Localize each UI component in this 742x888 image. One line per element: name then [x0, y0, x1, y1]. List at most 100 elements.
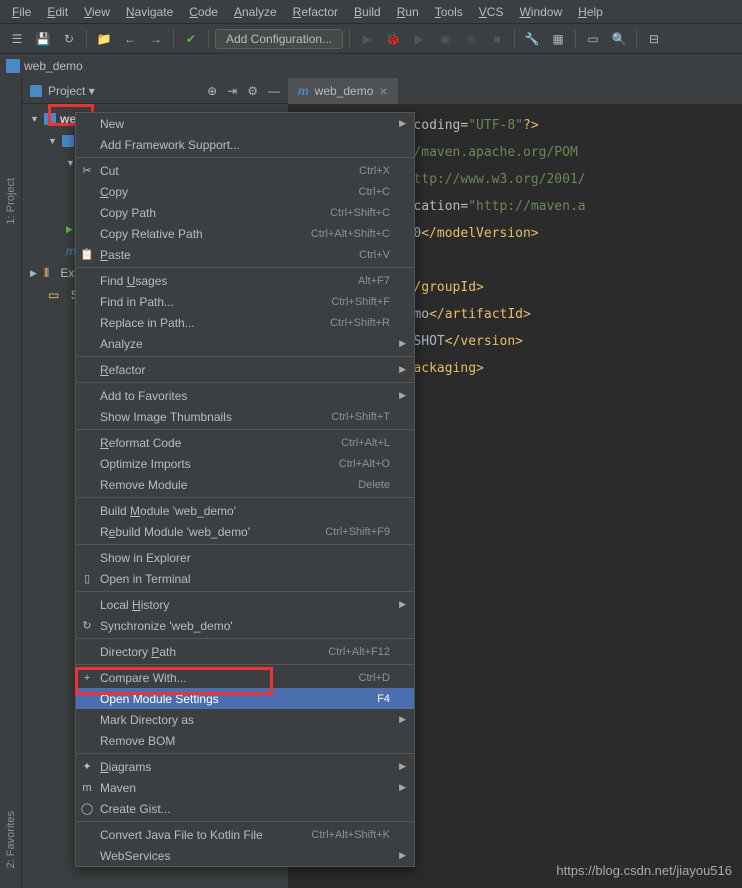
shortcut: Ctrl+V	[359, 249, 390, 261]
close-icon[interactable]: ×	[379, 83, 387, 99]
ctx-rebuild-module-web-demo[interactable]: Rebuild Module 'web_demo'Ctrl+Shift+F9	[76, 521, 414, 542]
menu-view[interactable]: View	[76, 5, 118, 19]
window-icon[interactable]: ▭	[582, 28, 604, 50]
ctx-refactor[interactable]: Refactor▶	[76, 359, 414, 380]
ctx-paste[interactable]: 📋PasteCtrl+V	[76, 244, 414, 265]
ctx-label: Copy Relative Path	[100, 227, 203, 241]
ctx-new[interactable]: New ▶	[76, 113, 414, 134]
forward-icon[interactable]: →	[145, 28, 167, 50]
ctx-convert-java-file-to-kotlin-file[interactable]: Convert Java File to Kotlin FileCtrl+Alt…	[76, 824, 414, 845]
ctx-local-history[interactable]: Local History▶	[76, 594, 414, 615]
ctx-open-in-terminal[interactable]: ▯Open in Terminal	[76, 568, 414, 589]
menubar: File Edit View Navigate Code Analyze Ref…	[0, 0, 742, 24]
ctx-add-framework-support[interactable]: Add Framework Support...	[76, 134, 414, 155]
shortcut: Ctrl+X	[359, 165, 390, 177]
gear-icon[interactable]: ⚙	[247, 84, 258, 98]
shortcut: Ctrl+Alt+F12	[328, 646, 390, 658]
menu-vcs[interactable]: VCS	[471, 5, 512, 19]
collapse-icon[interactable]: ⇥	[227, 84, 237, 98]
ctx-find-usages[interactable]: Find UsagesAlt+F7	[76, 270, 414, 291]
ctx-cut[interactable]: ✂CutCtrl+X	[76, 160, 414, 181]
ctx-icon: ↻	[80, 619, 94, 632]
ctx-build-module-web-demo[interactable]: Build Module 'web_demo'	[76, 500, 414, 521]
menu-file[interactable]: File	[4, 5, 39, 19]
separator	[76, 267, 414, 268]
profile-icon[interactable]: ◉	[434, 28, 456, 50]
ctx-copy-path[interactable]: Copy PathCtrl+Shift+C	[76, 202, 414, 223]
menu-edit[interactable]: Edit	[39, 5, 76, 19]
menu-build[interactable]: Build	[346, 5, 389, 19]
menu-analyze[interactable]: Analyze	[226, 5, 285, 19]
gutter-project[interactable]: 1: Project	[5, 178, 17, 224]
menu-navigate[interactable]: Navigate	[118, 5, 181, 19]
coverage-icon[interactable]: ▶	[408, 28, 430, 50]
folder-icon	[30, 85, 42, 97]
ctx-label: New	[100, 117, 124, 131]
save-icon[interactable]: 💾	[32, 28, 54, 50]
ctx-show-in-explorer[interactable]: Show in Explorer	[76, 547, 414, 568]
menu-help[interactable]: Help	[570, 5, 611, 19]
ctx-add-to-favorites[interactable]: Add to Favorites▶	[76, 385, 414, 406]
ctx-directory-path[interactable]: Directory PathCtrl+Alt+F12	[76, 641, 414, 662]
ctx-reformat-code[interactable]: Reformat CodeCtrl+Alt+L	[76, 432, 414, 453]
shortcut: Ctrl+Alt+O	[339, 458, 390, 470]
wrench-icon[interactable]: 🔧	[521, 28, 543, 50]
add-configuration-button[interactable]: Add Configuration...	[215, 29, 343, 49]
ctx-synchronize-web-demo[interactable]: ↻ Synchronize 'web_demo'	[76, 615, 414, 636]
ctx-mark-directory-as[interactable]: Mark Directory as▶	[76, 709, 414, 730]
ctx-label: Maven	[100, 781, 136, 795]
ctx-label: Build Module 'web_demo'	[100, 504, 236, 518]
debug-icon[interactable]: 🐞	[382, 28, 404, 50]
ctx-label: Synchronize 'web_demo'	[100, 619, 233, 633]
attach-icon[interactable]: ⊕	[460, 28, 482, 50]
hide-icon[interactable]: —	[268, 84, 280, 98]
ctx-label: Analyze	[100, 337, 143, 351]
ctx-label: Rebuild Module 'web_demo'	[100, 525, 250, 539]
ctx-optimize-imports[interactable]: Optimize Imports Ctrl+Alt+O	[76, 453, 414, 474]
menu-window[interactable]: Window	[511, 5, 570, 19]
ctx-icon: ✦	[80, 760, 94, 773]
menu-refactor[interactable]: Refactor	[285, 5, 346, 19]
ctx-create-gist[interactable]: ◯Create Gist...	[76, 798, 414, 819]
ctx-label: Optimize Imports	[100, 457, 191, 471]
ctx-replace-in-path[interactable]: Replace in Path...Ctrl+Shift+R	[76, 312, 414, 333]
ctx-webservices[interactable]: WebServices▶	[76, 845, 414, 866]
ctx-icon: m	[80, 782, 94, 794]
ctx-label: Copy Path	[100, 206, 156, 220]
search-icon[interactable]: 🔍	[608, 28, 630, 50]
structure-icon[interactable]: ▦	[547, 28, 569, 50]
ctx-copy-relative-path[interactable]: Copy Relative PathCtrl+Alt+Shift+C	[76, 223, 414, 244]
separator	[86, 30, 87, 48]
refresh-icon[interactable]: ↻	[58, 28, 80, 50]
target-icon[interactable]: ⊕	[207, 84, 217, 98]
menu-tools[interactable]: Tools	[427, 5, 471, 19]
misc-icon[interactable]: ⊟	[643, 28, 665, 50]
ctx-icon: 📋	[80, 248, 94, 261]
back-icon[interactable]: ←	[119, 28, 141, 50]
tab-web-demo[interactable]: m web_demo ×	[288, 78, 398, 104]
ctx-maven[interactable]: mMaven▶	[76, 777, 414, 798]
separator	[575, 30, 576, 48]
separator	[76, 753, 414, 754]
ctx-remove-module[interactable]: Remove ModuleDelete	[76, 474, 414, 495]
folder-icon[interactable]: 📁	[93, 28, 115, 50]
menu-run[interactable]: Run	[389, 5, 427, 19]
ctx-label: Find in Path...	[100, 295, 174, 309]
separator	[173, 30, 174, 48]
breadcrumb-project[interactable]: web_demo	[24, 59, 83, 73]
menu-code[interactable]: Code	[181, 5, 226, 19]
open-icon[interactable]: ☰	[6, 28, 28, 50]
gutter-favorites[interactable]: 2: Favorites	[5, 811, 17, 868]
hammer-icon[interactable]: ✔	[180, 28, 202, 50]
ctx-find-in-path[interactable]: Find in Path...Ctrl+Shift+F	[76, 291, 414, 312]
chevron-right-icon: ▶	[399, 118, 406, 129]
run-icon[interactable]: ▶	[356, 28, 378, 50]
stop-icon[interactable]: ■	[486, 28, 508, 50]
ctx-analyze[interactable]: Analyze▶	[76, 333, 414, 354]
ctx-diagrams[interactable]: ✦Diagrams▶	[76, 756, 414, 777]
ctx-remove-bom[interactable]: Remove BOM	[76, 730, 414, 751]
ctx-copy[interactable]: CopyCtrl+C	[76, 181, 414, 202]
ctx-show-image-thumbnails[interactable]: Show Image ThumbnailsCtrl+Shift+T	[76, 406, 414, 427]
sidebar-title[interactable]: Project ▾	[48, 84, 201, 98]
chevron-right-icon: ▶	[399, 390, 406, 401]
